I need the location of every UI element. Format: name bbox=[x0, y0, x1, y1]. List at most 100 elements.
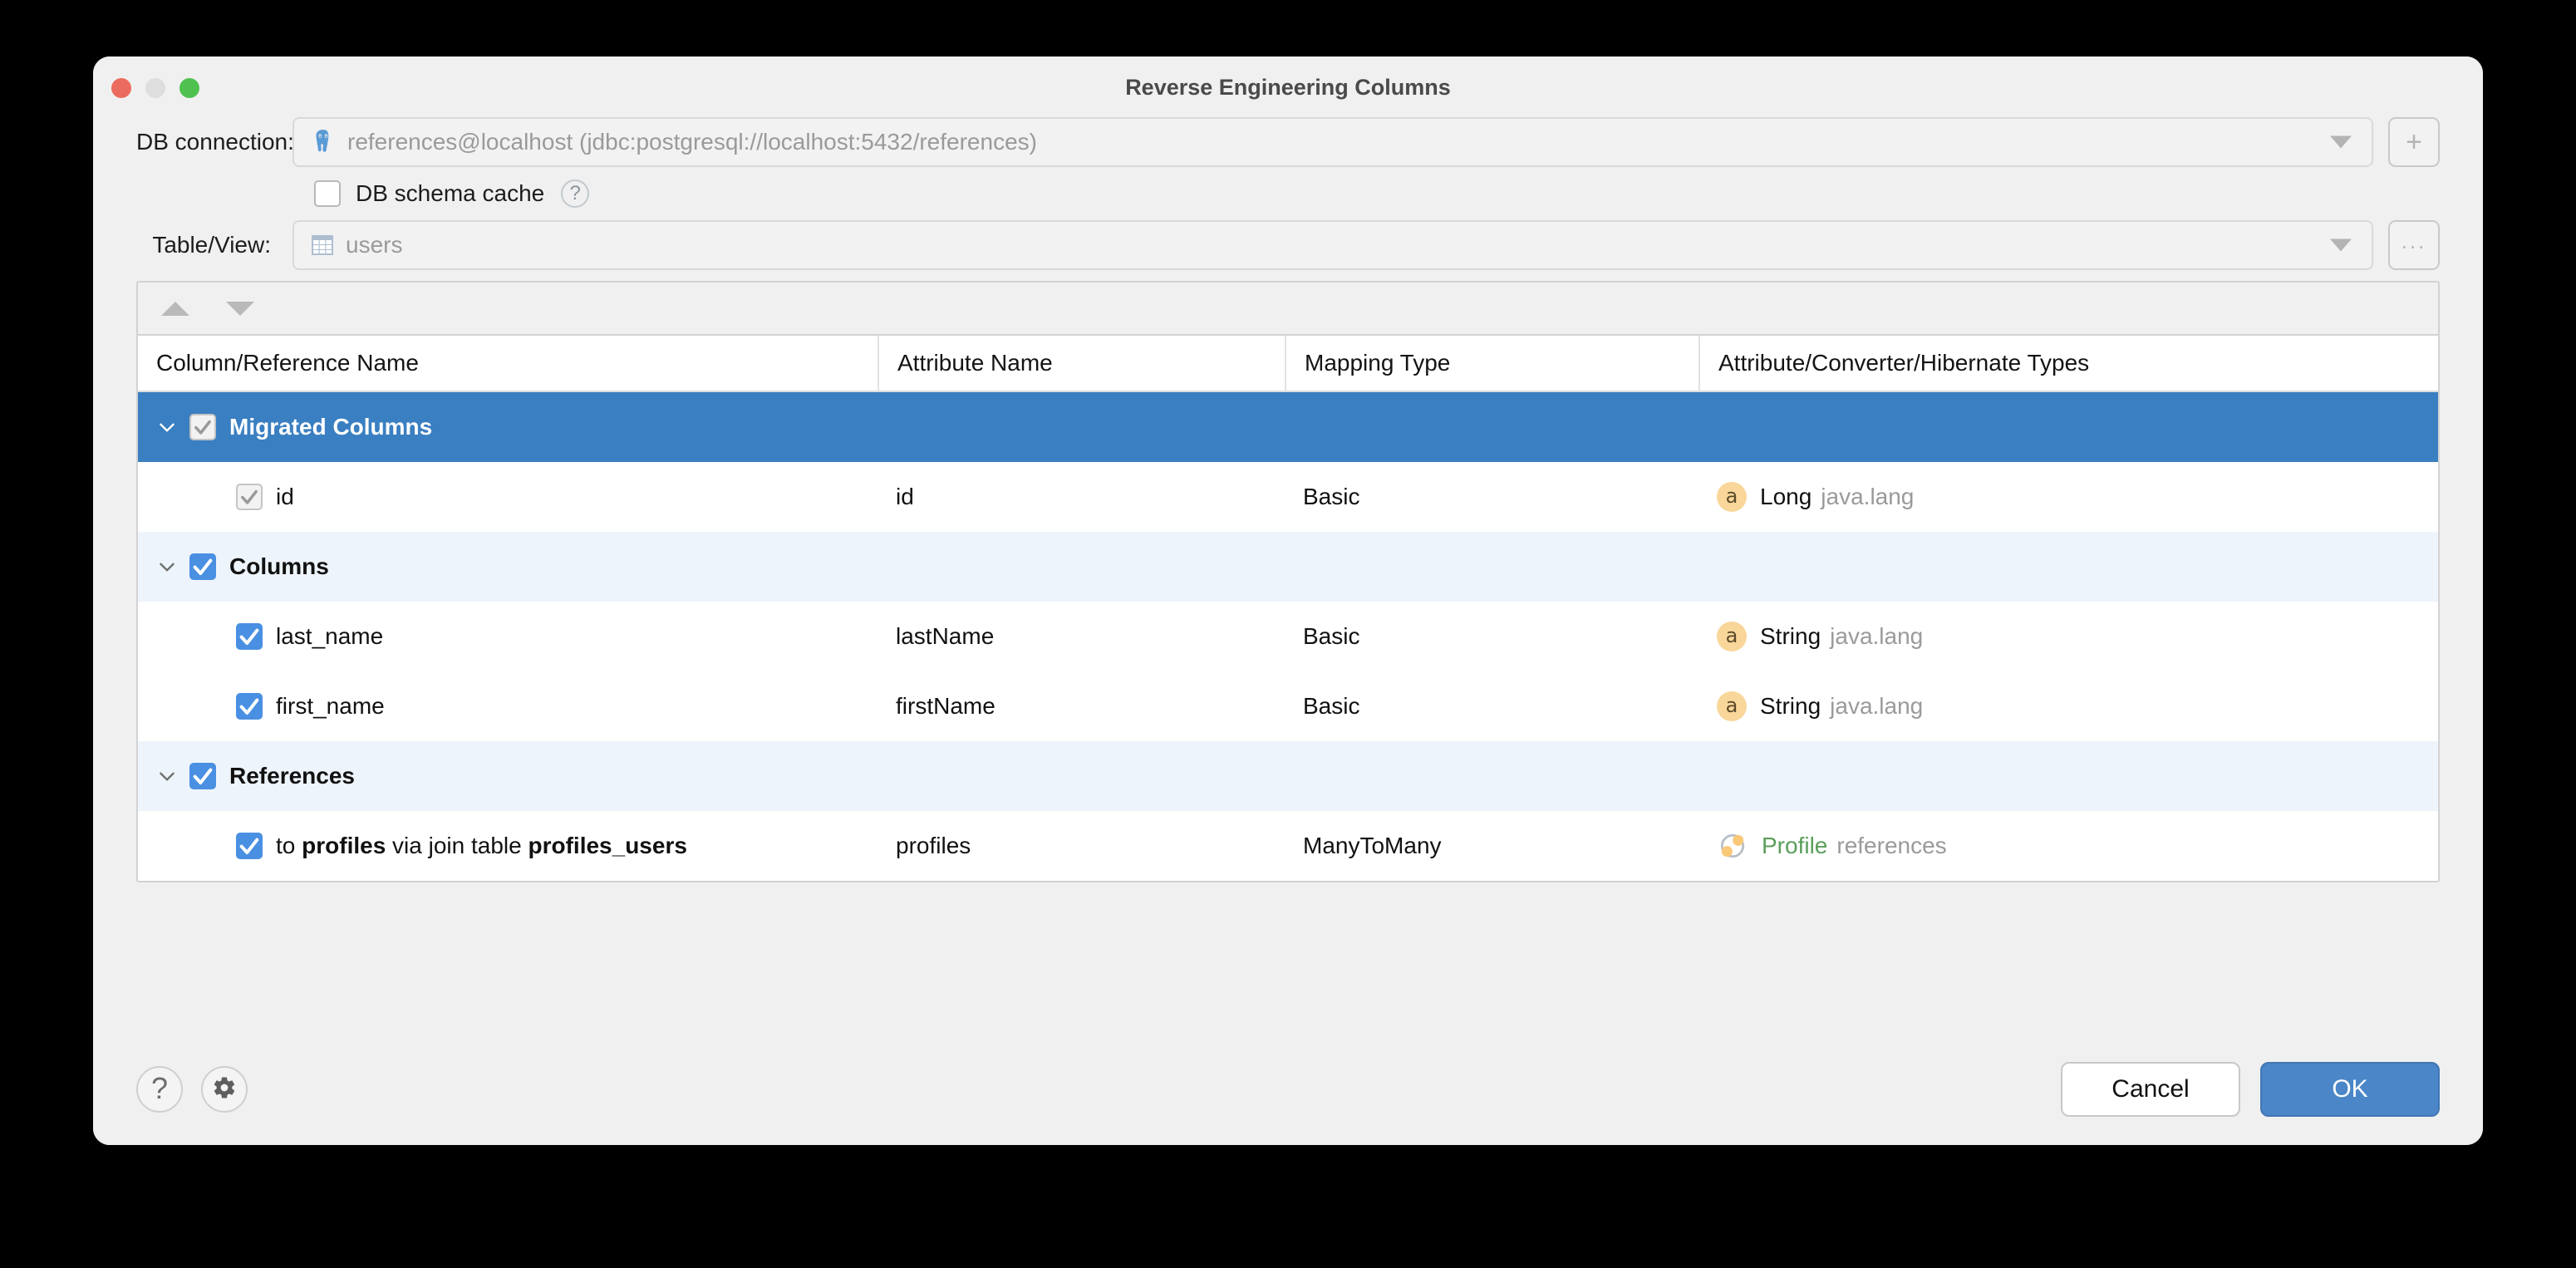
reverse-engineering-dialog: Reverse Engineering Columns DB connectio… bbox=[93, 57, 2483, 1145]
type-package: java.lang bbox=[1830, 693, 1923, 720]
type-package: java.lang bbox=[1821, 484, 1914, 510]
table-body: Migrated ColumnsididBasicaLongjava.langC… bbox=[138, 392, 2438, 881]
cell-attribute-name: id bbox=[878, 462, 1285, 532]
table-row[interactable]: last_name lastNameBasica String java.lang bbox=[138, 602, 2438, 671]
row-checkbox[interactable] bbox=[189, 553, 216, 580]
type-name: String bbox=[1760, 693, 1821, 720]
settings-button[interactable] bbox=[201, 1066, 248, 1113]
table-toolbar bbox=[138, 283, 2438, 336]
cell-attribute-types: Profile references bbox=[1698, 811, 2438, 881]
cell-mapping-type: ManyToMany bbox=[1285, 811, 1698, 881]
columns-table-panel: Column/Reference Name Attribute Name Map… bbox=[136, 281, 2440, 882]
row-checkbox[interactable] bbox=[236, 833, 263, 859]
postgresql-elephant-icon bbox=[309, 128, 337, 156]
cell-column-reference-name: id bbox=[138, 462, 878, 532]
chevron-down-icon[interactable] bbox=[2330, 136, 2352, 149]
form-area: DB connection: references@localhost (jdb… bbox=[93, 116, 2483, 271]
footer-left-actions: ? bbox=[136, 1066, 248, 1113]
row-label: References bbox=[229, 763, 355, 789]
cell-attribute-name: firstName bbox=[878, 671, 1285, 741]
table-header-row: Column/Reference Name Attribute Name Map… bbox=[138, 336, 2438, 392]
cell-column-reference-name: Migrated Columns bbox=[138, 392, 878, 462]
row-label: last_name bbox=[276, 623, 383, 650]
ok-button[interactable]: OK bbox=[2260, 1062, 2440, 1117]
window-title: Reverse Engineering Columns bbox=[93, 75, 2483, 101]
db-connection-combo[interactable]: references@localhost (jdbc:postgresql://… bbox=[293, 117, 2373, 167]
column-header-attribute[interactable]: Attribute Name bbox=[878, 336, 1285, 391]
question-mark-icon: ? bbox=[151, 1074, 168, 1106]
annotation-a-icon: a bbox=[1717, 691, 1747, 721]
cell-attribute-types bbox=[1698, 741, 2438, 811]
column-header-types[interactable]: Attribute/Converter/Hibernate Types bbox=[1698, 336, 2438, 391]
footer-right-actions: Cancel OK bbox=[2061, 1062, 2440, 1117]
chevron-down-icon[interactable] bbox=[156, 556, 178, 577]
table-group-row[interactable]: Migrated Columns bbox=[138, 392, 2438, 462]
type-name: Long bbox=[1760, 484, 1812, 510]
annotation-a-icon: a bbox=[1717, 482, 1747, 512]
cell-column-reference-name: Columns bbox=[138, 532, 878, 602]
table-group-row[interactable]: References bbox=[138, 741, 2438, 811]
row-checkbox[interactable] bbox=[236, 484, 263, 510]
cell-column-reference-name: last_name bbox=[138, 602, 878, 671]
db-schema-cache-checkbox[interactable] bbox=[314, 180, 341, 207]
table-group-row[interactable]: Columns bbox=[138, 532, 2438, 602]
row-checkbox[interactable] bbox=[189, 414, 216, 440]
row-label: to profiles via join table profiles_user… bbox=[276, 833, 687, 859]
row-label: first_name bbox=[276, 693, 385, 720]
row-label: Migrated Columns bbox=[229, 414, 432, 440]
db-connection-row: DB connection: references@localhost (jdb… bbox=[136, 116, 2440, 168]
move-up-icon[interactable] bbox=[161, 302, 189, 316]
dialog-footer: ? Cancel OK bbox=[93, 1034, 2483, 1145]
db-connection-label: DB connection: bbox=[136, 129, 293, 155]
row-checkbox[interactable] bbox=[189, 763, 216, 789]
table-view-label: Table/View: bbox=[136, 232, 293, 258]
cell-attribute-name: lastName bbox=[878, 602, 1285, 671]
cell-column-reference-name: to profiles via join table profiles_user… bbox=[138, 811, 878, 881]
cell-column-reference-name: References bbox=[138, 741, 878, 811]
cell-attribute-types bbox=[1698, 392, 2438, 462]
row-label: id bbox=[276, 484, 294, 510]
type-package: java.lang bbox=[1830, 623, 1923, 650]
table-view-value: users bbox=[346, 232, 402, 258]
move-down-icon[interactable] bbox=[226, 302, 254, 316]
chevron-down-icon[interactable] bbox=[156, 416, 178, 438]
table-row[interactable]: first_name firstNameBasica String java.lang bbox=[138, 671, 2438, 741]
cell-mapping-type: Basic bbox=[1285, 602, 1698, 671]
cell-attribute-types: a String java.lang bbox=[1698, 602, 2438, 671]
table-view-combo[interactable]: users bbox=[293, 220, 2373, 270]
cell-attribute-types: a Long java.lang bbox=[1698, 462, 2438, 532]
cell-attribute-name bbox=[878, 532, 1285, 602]
column-header-name[interactable]: Column/Reference Name bbox=[138, 336, 878, 391]
entity-class-icon bbox=[1717, 830, 1748, 862]
cell-mapping-type bbox=[1285, 741, 1698, 811]
type-name: Profile bbox=[1762, 833, 1827, 859]
type-name: String bbox=[1760, 623, 1821, 650]
table-row[interactable]: ididBasicaLongjava.lang bbox=[138, 462, 2438, 532]
add-connection-button[interactable]: + bbox=[2388, 117, 2440, 167]
cell-mapping-type: Basic bbox=[1285, 462, 1698, 532]
db-connection-value: references@localhost (jdbc:postgresql://… bbox=[347, 129, 1037, 155]
cell-attribute-name bbox=[878, 392, 1285, 462]
cell-attribute-types: a String java.lang bbox=[1698, 671, 2438, 741]
row-checkbox[interactable] bbox=[236, 693, 263, 720]
cell-attribute-types bbox=[1698, 532, 2438, 602]
cell-attribute-name: profiles bbox=[878, 811, 1285, 881]
table-view-row: Table/View: use bbox=[136, 219, 2440, 271]
cell-mapping-type: Basic bbox=[1285, 671, 1698, 741]
chevron-down-icon[interactable] bbox=[156, 765, 178, 787]
cancel-button[interactable]: Cancel bbox=[2061, 1062, 2240, 1117]
cell-column-reference-name: first_name bbox=[138, 671, 878, 741]
annotation-a-icon: a bbox=[1717, 622, 1747, 651]
type-package: references bbox=[1836, 833, 1946, 859]
table-grid-icon bbox=[309, 232, 336, 258]
gear-icon bbox=[212, 1075, 237, 1104]
table-row[interactable]: to profiles via join table profiles_user… bbox=[138, 811, 2438, 881]
help-button[interactable]: ? bbox=[136, 1066, 183, 1113]
chevron-down-icon[interactable] bbox=[2330, 239, 2352, 252]
row-checkbox[interactable] bbox=[236, 623, 263, 650]
schema-cache-help-icon[interactable]: ? bbox=[561, 179, 589, 208]
db-schema-cache-label: DB schema cache bbox=[356, 180, 544, 207]
column-header-mapping[interactable]: Mapping Type bbox=[1285, 336, 1698, 391]
browse-table-button[interactable]: ... bbox=[2388, 220, 2440, 270]
db-schema-cache-row: DB schema cache ? bbox=[136, 168, 2440, 219]
